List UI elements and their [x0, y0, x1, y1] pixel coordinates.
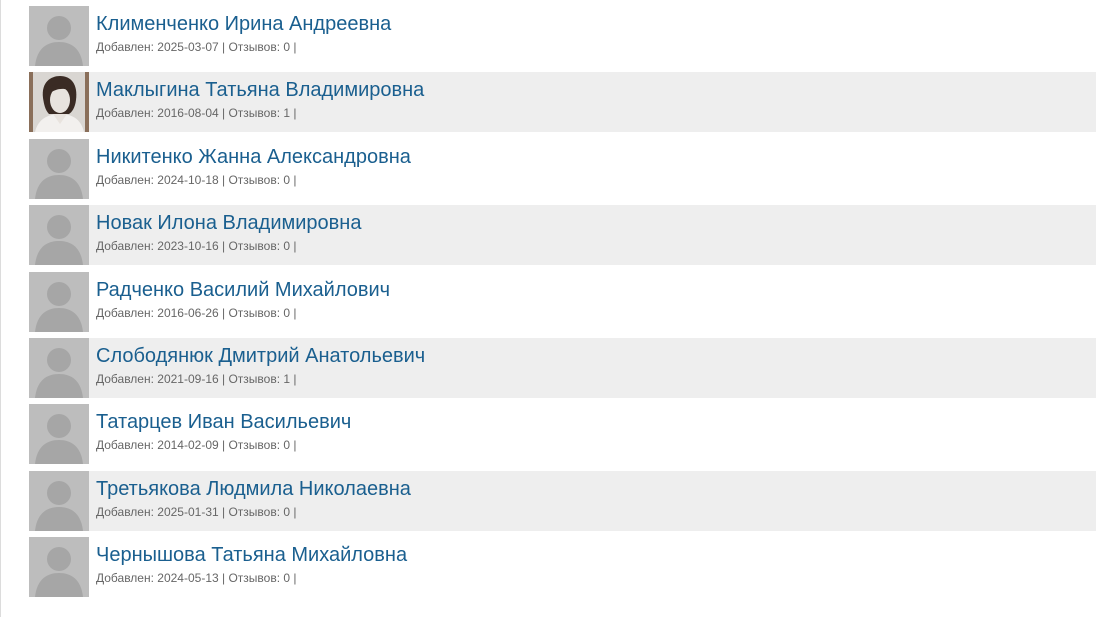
- person-info: Новак Илона Владимировна Добавлен: 2023-…: [89, 205, 361, 253]
- person-meta: Добавлен: 2024-05-13 | Отзывов: 0 |: [96, 571, 297, 586]
- person-info: Слободянюк Дмитрий Анатольевич Добавлен:…: [89, 338, 425, 386]
- placeholder-avatar-icon[interactable]: [29, 138, 89, 199]
- person-meta: Добавлен: 2016-06-26 | Отзывов: 0 |: [96, 305, 297, 320]
- page: Клименченко Ирина Андреевна Добавлен: 20…: [0, 0, 1103, 617]
- person-info: Татарцев Иван Васильевич Добавлен: 2014-…: [89, 404, 351, 452]
- list-item: Татарцев Иван Васильевич Добавлен: 2014-…: [29, 404, 1096, 465]
- placeholder-avatar-icon[interactable]: [29, 537, 89, 598]
- person-name-link[interactable]: Третьякова Людмила Николаевна: [96, 478, 411, 500]
- list-item: Клименченко Ирина Андреевна Добавлен: 20…: [29, 6, 1096, 66]
- list-item: Радченко Василий Михайлович Добавлен: 20…: [29, 271, 1096, 332]
- person-meta: Добавлен: 2014-02-09 | Отзывов: 0 |: [96, 438, 297, 453]
- person-info: Третьякова Людмила Николаевна Добавлен: …: [89, 471, 411, 519]
- person-meta: Добавлен: 2023-10-16 | Отзывов: 0 |: [96, 239, 297, 254]
- person-meta: Добавлен: 2024-10-18 | Отзывов: 0 |: [96, 172, 297, 187]
- list-item: Третьякова Людмила Николаевна Добавлен: …: [29, 470, 1096, 531]
- placeholder-avatar-icon[interactable]: [29, 404, 89, 465]
- placeholder-avatar-icon[interactable]: [29, 337, 89, 398]
- list-item: Никитенко Жанна Александровна Добавлен: …: [29, 138, 1096, 199]
- person-meta: Добавлен: 2016-08-04 | Отзывов: 1 |: [96, 106, 297, 121]
- person-name-link[interactable]: Клименченко Ирина Андреевна: [96, 13, 391, 35]
- list-item: Новак Илона Владимировна Добавлен: 2023-…: [29, 205, 1096, 266]
- person-meta: Добавлен: 2025-01-31 | Отзывов: 0 |: [96, 504, 297, 519]
- placeholder-avatar-icon[interactable]: [29, 470, 89, 531]
- person-name-link[interactable]: Слободянюк Дмитрий Анатольевич: [96, 345, 425, 367]
- person-name-link[interactable]: Татарцев Иван Васильевич: [96, 411, 351, 433]
- person-info: Маклыгина Татьяна Владимировна Добавлен:…: [89, 72, 424, 120]
- person-name-link[interactable]: Никитенко Жанна Александровна: [96, 146, 411, 168]
- placeholder-avatar-icon[interactable]: [29, 271, 89, 332]
- list-item: Слободянюк Дмитрий Анатольевич Добавлен:…: [29, 337, 1096, 398]
- placeholder-avatar-icon[interactable]: [29, 205, 89, 266]
- person-name-link[interactable]: Радченко Василий Михайлович: [96, 279, 390, 301]
- person-info: Никитенко Жанна Александровна Добавлен: …: [89, 139, 411, 187]
- person-info: Клименченко Ирина Андреевна Добавлен: 20…: [89, 6, 391, 54]
- list-item: Маклыгина Татьяна Владимировна Добавлен:…: [29, 72, 1096, 133]
- person-info: Чернышова Татьяна Михайловна Добавлен: 2…: [89, 537, 407, 585]
- person-info: Радченко Василий Михайлович Добавлен: 20…: [89, 272, 390, 320]
- person-meta: Добавлен: 2021-09-16 | Отзывов: 1 |: [96, 371, 297, 386]
- person-name-link[interactable]: Новак Илона Владимировна: [96, 212, 361, 234]
- person-photo[interactable]: [29, 72, 89, 133]
- list-item: Чернышова Татьяна Михайловна Добавлен: 2…: [29, 537, 1096, 598]
- person-name-link[interactable]: Чернышова Татьяна Михайловна: [96, 544, 407, 566]
- people-list: Клименченко Ирина Андреевна Добавлен: 20…: [29, 6, 1096, 604]
- placeholder-avatar-icon[interactable]: [29, 6, 89, 66]
- person-meta: Добавлен: 2025-03-07 | Отзывов: 0 |: [96, 40, 297, 54]
- person-name-link[interactable]: Маклыгина Татьяна Владимировна: [96, 79, 424, 101]
